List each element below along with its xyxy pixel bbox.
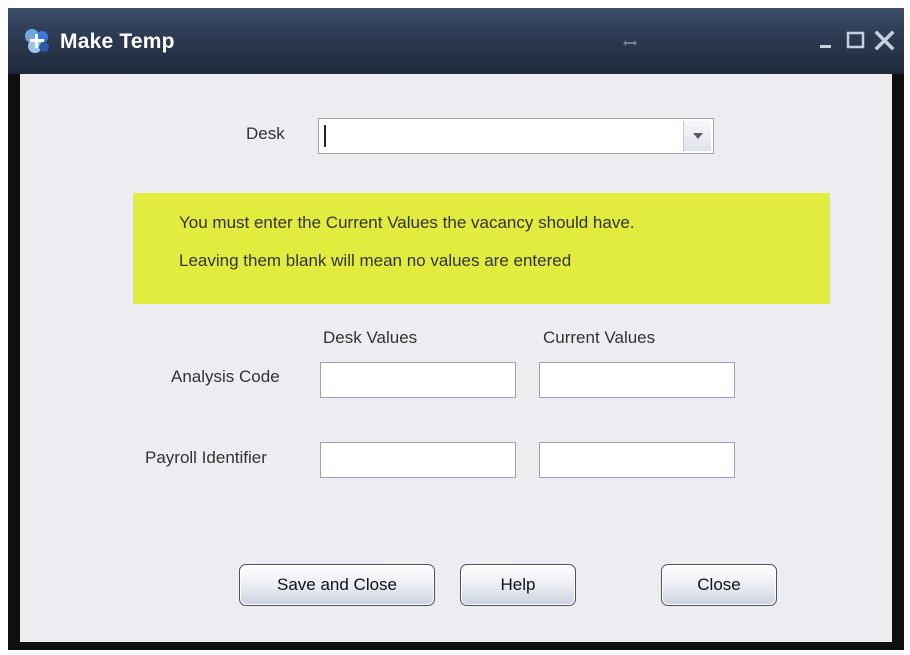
payroll-identifier-desk-value-field[interactable] [320, 442, 516, 478]
make-temp-window: Make Temp Desk You must enter the Curren… [8, 8, 904, 650]
desk-label: Desk [246, 124, 285, 143]
analysis-code-label: Analysis Code [171, 367, 280, 386]
title-bar[interactable]: Make Temp [8, 8, 904, 74]
desk-dropdown-button[interactable] [683, 121, 711, 151]
close-icon[interactable] [872, 28, 898, 54]
notice-line-1: You must enter the Current Values the va… [179, 213, 635, 232]
desk-input[interactable] [319, 119, 679, 153]
info-notice: You must enter the Current Values the va… [133, 193, 830, 304]
payroll-identifier-label: Payroll Identifier [145, 448, 267, 467]
chevron-down-icon [693, 133, 703, 139]
current-values-header: Current Values [543, 328, 656, 347]
save-and-close-button[interactable]: Save and Close [239, 564, 435, 606]
dialog-body: Desk You must enter the Current Values t… [20, 74, 892, 642]
desk-dropdown[interactable] [318, 118, 714, 154]
maximize-icon[interactable] [843, 28, 869, 54]
help-button[interactable]: Help [460, 564, 576, 606]
close-button[interactable]: Close [661, 564, 777, 606]
payroll-identifier-current-value-field[interactable] [539, 442, 735, 478]
resize-horizontal-icon [623, 40, 637, 46]
desk-values-header: Desk Values [323, 328, 418, 347]
window-title: Make Temp [60, 30, 175, 53]
minimize-icon[interactable] [814, 28, 840, 54]
text-cursor [324, 125, 326, 147]
analysis-code-current-value-field[interactable] [539, 362, 735, 398]
notice-line-2: Leaving them blank will mean no values a… [179, 251, 572, 270]
analysis-code-desk-value-field[interactable] [320, 362, 516, 398]
app-logo-icon [25, 29, 49, 53]
